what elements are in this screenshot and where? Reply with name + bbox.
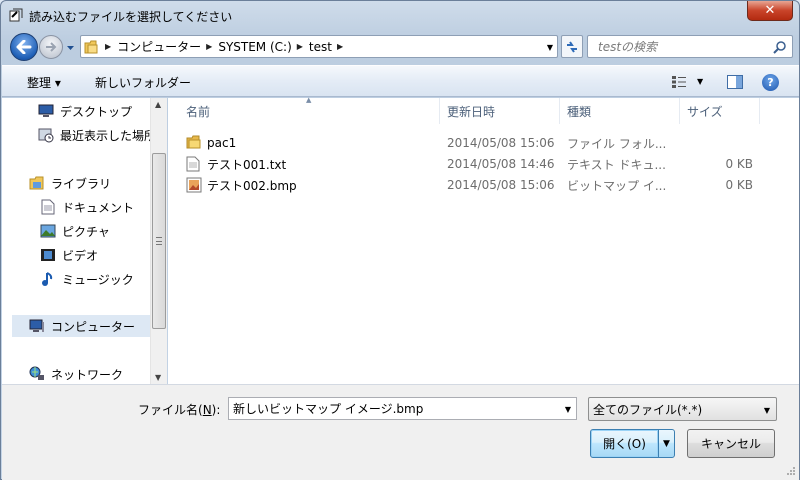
scroll-grip-icon	[156, 237, 162, 245]
back-button[interactable]	[10, 33, 38, 61]
recent-places-icon	[38, 127, 54, 143]
search-input[interactable]: testの検索	[587, 35, 793, 58]
window-title: 読み込むファイルを選択してください	[29, 10, 233, 24]
refresh-button[interactable]	[561, 35, 583, 58]
breadcrumb-separator-icon[interactable]: ▶	[297, 42, 303, 51]
close-button[interactable]: ✕	[747, 1, 793, 21]
file-list: 名前 ▲ 更新日時 種類 サイズ pac1 2014/05/08 15:06 フ…	[168, 96, 799, 384]
new-folder-button[interactable]: 新しいフォルダー	[95, 74, 191, 91]
search-icon[interactable]	[773, 40, 787, 54]
view-dropdown-icon[interactable]: ▼	[697, 77, 703, 86]
cancel-button[interactable]: キャンセル	[687, 429, 775, 458]
column-header-date[interactable]: 更新日時	[440, 98, 560, 124]
forward-arrow-icon	[46, 42, 57, 52]
desktop-icon	[38, 103, 54, 119]
sort-ascending-icon: ▲	[306, 96, 312, 104]
music-icon	[40, 271, 56, 287]
refresh-icon	[567, 40, 577, 53]
column-header-type[interactable]: 種類	[560, 98, 680, 124]
view-options-icon[interactable]	[671, 75, 687, 89]
search-placeholder: testの検索	[598, 40, 658, 54]
chevron-down-icon: ▼	[663, 438, 670, 449]
organize-menu-button[interactable]: 整理 ▾	[27, 74, 61, 91]
address-history-dropdown-icon[interactable]: ▼	[547, 43, 553, 52]
file-open-dialog: 読み込むファイルを選択してください ✕ ▶ コンピューター ▶ SYSTEM (…	[0, 0, 800, 480]
navigation-pane: デスクトップ 最近表示した場所 ライブラリ ドキュメント ピクチャ ビデオ ミュ…	[2, 98, 167, 384]
file-row-test001[interactable]: テスト001.txt 2014/05/08 14:46 テキスト ドキュ... …	[186, 154, 776, 174]
navigation-scrollbar[interactable]: ▲ ▼	[150, 98, 167, 384]
scroll-up-icon[interactable]: ▲	[155, 100, 161, 109]
folder-icon	[84, 40, 98, 53]
preview-pane-icon[interactable]	[727, 75, 743, 89]
scrollbar-thumb[interactable]	[152, 153, 166, 329]
network-icon	[29, 366, 45, 382]
forward-button[interactable]	[39, 35, 63, 59]
bitmap-file-icon	[186, 177, 202, 193]
breadcrumb-system-drive[interactable]: SYSTEM (C:) ▶	[218, 36, 309, 57]
address-bar[interactable]: ▶ コンピューター ▶ SYSTEM (C:) ▶ test ▶ ▼	[80, 35, 558, 58]
breadcrumb-separator-icon[interactable]: ▶	[105, 42, 111, 51]
help-button[interactable]: ?	[762, 74, 779, 91]
computer-icon	[29, 318, 45, 334]
command-bar: 整理 ▾ 新しいフォルダー ▼ ?	[2, 65, 799, 97]
back-arrow-icon	[16, 40, 32, 54]
recent-pages-dropdown-icon[interactable]	[66, 43, 75, 52]
resize-grip-icon[interactable]	[786, 466, 796, 476]
column-header-size[interactable]: サイズ	[680, 98, 760, 124]
breadcrumb-test[interactable]: test ▶	[309, 36, 349, 57]
open-options-button[interactable]: ▼	[658, 429, 675, 458]
filter-dropdown-icon[interactable]: ▼	[764, 406, 770, 415]
file-row-test002[interactable]: テスト002.bmp 2014/05/08 15:06 ビットマップ イ... …	[186, 175, 776, 195]
app-icon	[9, 8, 23, 22]
open-button[interactable]: 開く(O)	[590, 429, 659, 458]
filename-dropdown-icon[interactable]: ▼	[565, 405, 571, 414]
breadcrumb-separator-icon[interactable]: ▶	[337, 42, 343, 51]
scroll-down-icon[interactable]: ▼	[155, 373, 161, 382]
pictures-icon	[40, 223, 56, 239]
text-file-icon	[186, 156, 202, 172]
breadcrumb-computer[interactable]: コンピューター ▶	[117, 36, 218, 57]
file-row-pac1[interactable]: pac1 2014/05/08 15:06 ファイル フォル...	[186, 133, 776, 153]
folder-icon	[186, 135, 202, 151]
title-bar[interactable]: 読み込むファイルを選択してください ✕	[1, 1, 799, 31]
library-icon	[29, 175, 45, 191]
column-header-name[interactable]: 名前 ▲	[168, 96, 440, 124]
documents-icon	[40, 199, 56, 215]
videos-icon	[40, 247, 56, 263]
sidebar-item-computer[interactable]: コンピューター	[12, 315, 150, 337]
filename-input[interactable]: 新しいビットマップ イメージ.bmp ▼	[228, 397, 577, 420]
breadcrumb-separator-icon[interactable]: ▶	[206, 42, 212, 51]
file-type-filter[interactable]: 全てのファイル(*.*) ▼	[588, 397, 777, 421]
filename-label: ファイル名(N):	[138, 403, 221, 417]
